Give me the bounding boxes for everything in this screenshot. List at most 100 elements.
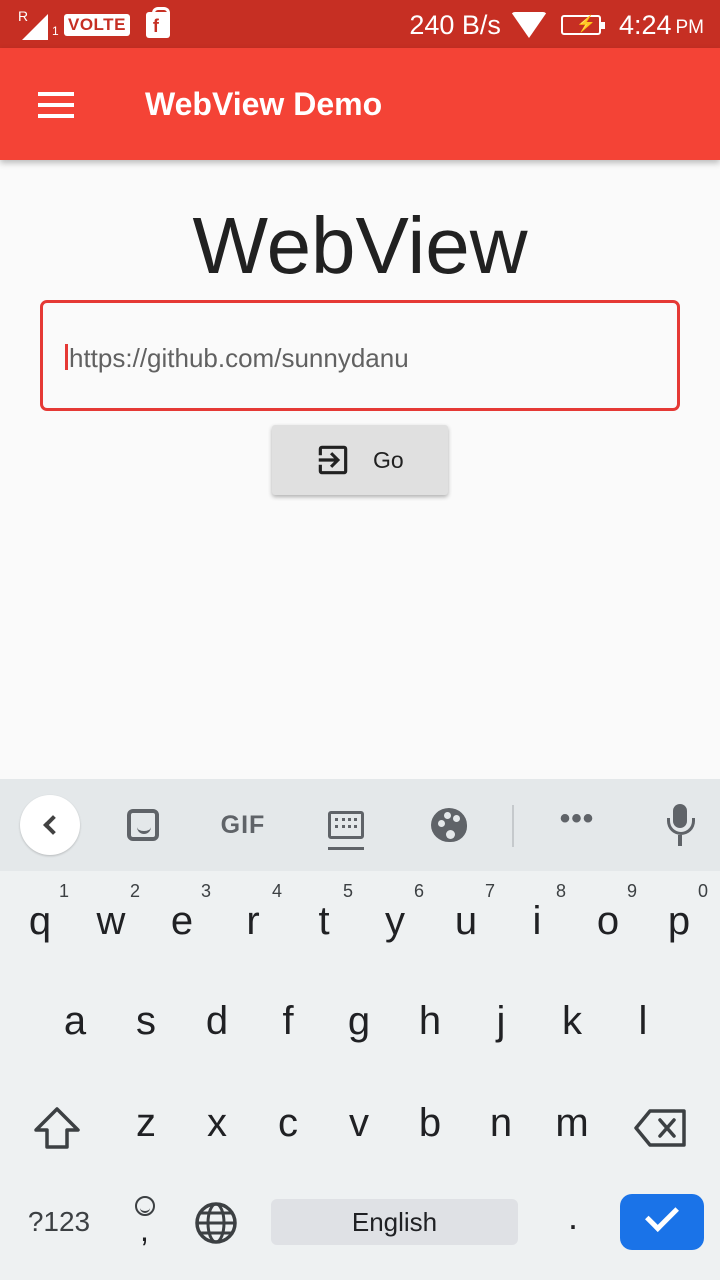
key-a[interactable]: a — [40, 975, 110, 1065]
more-options-button[interactable]: ••• — [547, 795, 607, 855]
key-letter: a — [63, 999, 87, 1043]
key-v[interactable]: v — [324, 1077, 394, 1167]
key-letter: h — [418, 999, 442, 1043]
key-d[interactable]: d — [182, 975, 252, 1065]
key-i[interactable]: i8 — [502, 875, 572, 965]
go-button[interactable]: Go — [272, 425, 448, 495]
key-number-hint: 4 — [271, 881, 282, 901]
key-letter: z — [136, 1101, 156, 1145]
key-letter: d — [205, 999, 229, 1043]
key-y[interactable]: y6 — [360, 875, 430, 965]
url-input-value: https://github.com/sunnydanu — [69, 343, 409, 373]
backspace-key[interactable] — [626, 1093, 696, 1163]
key-number-hint: 2 — [129, 881, 140, 901]
status-ampm: PM — [675, 17, 705, 38]
period-key[interactable]: . — [548, 1196, 598, 1246]
space-key[interactable]: English — [271, 1199, 518, 1245]
key-letter: n — [489, 1101, 513, 1145]
key-g[interactable]: g — [324, 975, 394, 1065]
key-letter: g — [347, 999, 371, 1043]
key-letter: i — [532, 899, 542, 943]
more-icon: ••• — [559, 802, 595, 835]
key-letter: t — [318, 899, 330, 943]
key-letter: k — [562, 999, 582, 1043]
key-e[interactable]: e3 — [147, 875, 217, 965]
key-number-hint: 9 — [626, 881, 637, 901]
key-w[interactable]: w2 — [76, 875, 146, 965]
key-m[interactable]: m — [537, 1077, 607, 1167]
key-letter: u — [454, 899, 478, 943]
hamburger-menu-icon[interactable] — [38, 92, 74, 118]
go-button-label: Go — [373, 447, 404, 473]
key-r[interactable]: r4 — [218, 875, 288, 965]
key-letter: p — [667, 899, 691, 943]
key-l[interactable]: l — [608, 975, 678, 1065]
app-bar: WebView Demo — [0, 48, 720, 160]
key-c[interactable]: c — [253, 1077, 323, 1167]
shift-key[interactable] — [22, 1093, 92, 1163]
key-letter: b — [418, 1101, 442, 1145]
key-letter: c — [278, 1101, 298, 1145]
keyboard-layout-button[interactable] — [316, 795, 376, 855]
key-b[interactable]: b — [395, 1077, 465, 1167]
battery-icon: ⚡ — [560, 15, 605, 35]
key-number-hint: 0 — [697, 881, 708, 901]
key-z[interactable]: z — [111, 1077, 181, 1167]
key-number-hint: 5 — [342, 881, 353, 901]
status-bar: R 1 VOLTE f 240 B/s ⚡ 4:24 PM — [0, 0, 720, 48]
key-letter: j — [496, 999, 506, 1043]
keyboard-icon — [328, 811, 364, 850]
enter-key[interactable] — [620, 1194, 704, 1250]
key-u[interactable]: u7 — [431, 875, 501, 965]
microphone-icon — [665, 804, 695, 846]
url-input[interactable]: https://github.com/sunnydanu — [40, 300, 680, 411]
key-n[interactable]: n — [466, 1077, 536, 1167]
key-f[interactable]: f — [253, 975, 323, 1065]
sticker-button[interactable] — [113, 795, 173, 855]
key-letter: r — [246, 899, 260, 943]
palette-icon — [431, 808, 467, 842]
app-title: WebView Demo — [145, 86, 383, 122]
status-right-group: 240 B/s ⚡ 4:24 PM — [409, 9, 704, 41]
key-k[interactable]: k — [537, 975, 607, 1065]
key-number-hint: 8 — [555, 881, 566, 901]
key-o[interactable]: o9 — [573, 875, 643, 965]
signal-icon: R 1 — [18, 8, 59, 40]
keyboard-back-button[interactable] — [20, 795, 80, 855]
key-letter: l — [638, 999, 648, 1043]
shopping-bag-icon: f — [145, 7, 170, 38]
gif-button[interactable]: GIF — [213, 795, 273, 855]
emoji-comma-key[interactable]: , — [130, 1192, 162, 1248]
toolbar-divider — [512, 805, 514, 847]
key-letter: m — [555, 1101, 589, 1145]
key-letter: q — [28, 899, 52, 943]
globe-icon — [195, 1202, 237, 1244]
key-s[interactable]: s — [111, 975, 181, 1065]
status-time: 4:24 — [618, 9, 672, 40]
page-heading: WebView — [192, 201, 528, 290]
voice-input-button[interactable] — [650, 795, 710, 855]
key-letter: v — [349, 1101, 369, 1145]
symbols-key[interactable]: ?123 — [16, 1200, 102, 1244]
key-j[interactable]: j — [466, 975, 536, 1065]
key-letter: o — [596, 899, 620, 943]
key-letter: e — [170, 899, 194, 943]
text-cursor — [65, 344, 68, 370]
key-letter: y — [385, 899, 405, 943]
checkmark-icon — [645, 1198, 679, 1232]
key-number-hint: 7 — [484, 881, 495, 901]
key-t[interactable]: t5 — [289, 875, 359, 965]
language-switch-key[interactable] — [193, 1200, 239, 1246]
key-h[interactable]: h — [395, 975, 465, 1065]
backspace-icon — [634, 1109, 686, 1147]
key-p[interactable]: p0 — [644, 875, 714, 965]
network-speed: 240 B/s — [409, 9, 501, 40]
wifi-icon — [510, 12, 547, 38]
volte-badge: VOLTE — [64, 14, 130, 36]
key-x[interactable]: x — [182, 1077, 252, 1167]
key-number-hint: 3 — [200, 881, 211, 901]
chevron-left-icon — [43, 815, 63, 835]
key-q[interactable]: q1 — [5, 875, 75, 965]
key-letter: w — [96, 899, 126, 943]
theme-button[interactable] — [419, 795, 479, 855]
